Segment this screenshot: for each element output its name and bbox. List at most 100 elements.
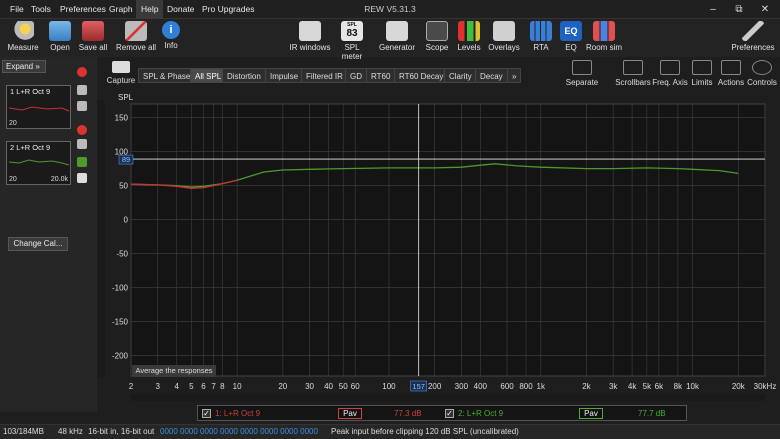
x-tick-label: 2k (582, 382, 591, 391)
overlays-icon (493, 21, 515, 41)
legend-pav-2[interactable]: Pav (579, 408, 603, 419)
menu-tools[interactable]: Tools (26, 0, 56, 19)
tab-clarity[interactable]: Clarity (444, 68, 477, 83)
rta-button[interactable]: RTA (529, 21, 553, 52)
tab-distortion[interactable]: Distortion (222, 68, 266, 83)
controls-button[interactable]: Controls (746, 60, 778, 87)
graph-horizontal-scrollbar[interactable] (131, 394, 765, 401)
generator-label: Generator (378, 43, 416, 52)
preferences-button[interactable]: Preferences (730, 21, 776, 52)
pen-2-icon[interactable] (77, 157, 87, 167)
x-tick-label: 4 (174, 382, 179, 391)
menu-donate[interactable]: Donate (162, 0, 199, 19)
y-tick-label: 0 (124, 216, 129, 225)
eq-button[interactable]: EQ EQ (559, 21, 583, 52)
camera-icon (112, 61, 130, 73)
tab-all-spl[interactable]: All SPL (190, 68, 227, 83)
scope-label: Scope (425, 43, 449, 52)
x-tick-label: 50 (339, 382, 348, 391)
open-label: Open (50, 43, 70, 52)
measurement-thumb-2-title: 2 L+R Oct 9 (10, 143, 51, 152)
controls-label: Controls (747, 78, 777, 87)
tab-spl-phase[interactable]: SPL & Phase (138, 68, 196, 83)
open-button[interactable]: Open (46, 21, 74, 52)
y-tick-label: -200 (112, 352, 129, 361)
preferences-label: Preferences (731, 43, 775, 52)
x-tick-label: 200 (428, 382, 442, 391)
capture-button[interactable]: Capture (106, 61, 136, 85)
actions-button[interactable]: Actions (716, 60, 746, 87)
minimize-button[interactable]: – (700, 0, 726, 19)
series-line (130, 179, 238, 189)
legend-value-1: 77.3 dB (394, 409, 422, 418)
tab-decay[interactable]: Decay (475, 68, 508, 83)
measure-button[interactable]: Measure (6, 21, 40, 52)
menu-help[interactable]: Help (136, 0, 164, 19)
spl-meter-button[interactable]: SPL 83 SPL meter (334, 21, 370, 61)
document-icon[interactable] (77, 173, 87, 183)
freq-axis-label: Freq. Axis (652, 78, 688, 87)
graph-vertical-scrollbar[interactable] (97, 100, 105, 378)
room-sim-button[interactable]: Room sim (586, 21, 622, 52)
change-cal-button[interactable]: Change Cal... (8, 237, 68, 251)
ir-windows-button[interactable]: IR windows (289, 21, 331, 52)
x-tick-label: 20 (278, 382, 287, 391)
limits-button[interactable]: Limits (690, 60, 714, 87)
x-tick-label: 5k (643, 382, 652, 391)
legend-checkbox-1[interactable]: ✓ (202, 409, 211, 418)
eq-label: EQ (565, 43, 577, 52)
tab-gd[interactable]: GD (345, 68, 367, 83)
menu-graph[interactable]: Graph (104, 0, 138, 19)
tab-rt60[interactable]: RT60 (366, 68, 396, 83)
tab-filtered-ir[interactable]: Filtered IR (301, 68, 348, 83)
scope-button[interactable]: Scope (423, 21, 451, 52)
measurement-thumb-2[interactable]: 2 L+R Oct 9 20 20.0k (6, 141, 71, 185)
remove-all-button[interactable]: Remove all (114, 21, 158, 52)
close-button[interactable]: ✕ (752, 0, 778, 19)
tab-rt60-decay[interactable]: RT60 Decay (394, 68, 449, 83)
maximize-button[interactable]: ⧉ (726, 0, 752, 19)
series-line (130, 163, 739, 188)
pen-icon[interactable] (77, 101, 87, 111)
y-tick-label: -150 (112, 318, 129, 327)
legend-pav-1[interactable]: Pav (338, 408, 362, 419)
y-tick-label: -50 (116, 250, 128, 259)
actions-label: Actions (717, 78, 745, 87)
y-axis-label: SPL (118, 93, 134, 102)
overlays-button[interactable]: Overlays (488, 21, 520, 52)
info-button[interactable]: i Info (160, 21, 182, 50)
x-tick-label: 2 (129, 382, 134, 391)
expand-button[interactable]: Expand » (2, 60, 46, 73)
status-sample-rate: 48 kHz (58, 427, 83, 436)
rta-icon (530, 21, 552, 41)
sine-wave-icon (386, 21, 408, 41)
info-icon: i (162, 21, 180, 39)
x-tick-label: 6 (201, 382, 206, 391)
remove-measurement-icon[interactable] (77, 67, 87, 77)
y-tick-label: 100 (115, 148, 129, 157)
menu-preferences[interactable]: Preferences (55, 0, 111, 19)
spl-meter-label: SPL meter (341, 43, 363, 61)
separate-button[interactable]: Separate (563, 60, 601, 87)
edit-measurement-2-icon[interactable] (77, 139, 87, 149)
measurement-thumb-2-xstart: 20 (9, 176, 17, 183)
legend-checkbox-2[interactable]: ✓ (445, 409, 454, 418)
tab-more[interactable]: » (507, 68, 522, 83)
x-tick-label: 20k (732, 382, 746, 391)
x-tick-label: 300 (455, 382, 469, 391)
save-all-button[interactable]: Save all (78, 21, 108, 52)
average-responses-button[interactable]: Average the responses (132, 365, 216, 377)
legend-label-2: 2: L+R Oct 9 (458, 409, 504, 418)
measurement-thumb-1[interactable]: 1 L+R Oct 9 20 (6, 85, 71, 129)
menu-pro-upgrades[interactable]: Pro Upgrades (197, 0, 259, 19)
freq-axis-button[interactable]: Freq. Axis (652, 60, 688, 87)
scrollbars-button[interactable]: Scrollbars (613, 60, 653, 87)
tab-impulse[interactable]: Impulse (265, 68, 304, 83)
measurements-panel: Expand » 1 L+R Oct 9 20 2 L+R Oct 9 20 2… (0, 57, 97, 412)
edit-measurement-icon[interactable] (77, 85, 87, 95)
generator-button[interactable]: Generator (378, 21, 416, 52)
ir-windows-label: IR windows (289, 43, 331, 52)
remove-measurement-2-icon[interactable] (77, 125, 87, 135)
ir-windows-icon (299, 21, 321, 41)
levels-button[interactable]: Levels (456, 21, 482, 52)
